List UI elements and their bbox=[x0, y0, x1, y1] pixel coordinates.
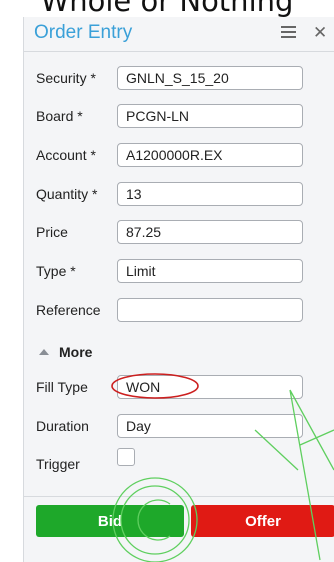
price-label: Price bbox=[36, 224, 68, 240]
trigger-checkbox[interactable] bbox=[117, 448, 135, 466]
duration-field[interactable] bbox=[117, 414, 303, 438]
type-label: Type * bbox=[36, 263, 76, 279]
offer-button[interactable]: Offer bbox=[191, 505, 334, 537]
duration-label: Duration bbox=[36, 418, 89, 434]
account-label: Account * bbox=[36, 147, 96, 163]
more-label: More bbox=[59, 344, 93, 360]
fill-type-field[interactable] bbox=[117, 375, 303, 399]
hamburger-menu-icon[interactable] bbox=[281, 26, 296, 38]
buttons-divider bbox=[24, 496, 334, 497]
title-divider bbox=[24, 51, 334, 52]
board-label: Board * bbox=[36, 108, 83, 124]
title-bar: Order Entry ✕ bbox=[24, 17, 334, 51]
fill-type-label: Fill Type bbox=[36, 379, 88, 395]
more-toggle[interactable]: More bbox=[39, 343, 92, 361]
quantity-field[interactable] bbox=[117, 182, 303, 206]
reference-field[interactable] bbox=[117, 298, 303, 322]
quantity-label: Quantity * bbox=[36, 186, 98, 202]
close-icon[interactable]: ✕ bbox=[313, 23, 327, 43]
security-field[interactable] bbox=[117, 66, 303, 90]
security-label: Security * bbox=[36, 70, 96, 86]
account-field[interactable] bbox=[117, 143, 303, 167]
board-field[interactable] bbox=[117, 104, 303, 128]
page-caption: Whole or Nothing bbox=[40, 0, 294, 18]
trigger-label: Trigger bbox=[36, 456, 80, 472]
caret-up-icon bbox=[39, 349, 49, 355]
window-title: Order Entry bbox=[34, 22, 133, 43]
price-field[interactable] bbox=[117, 220, 303, 244]
bid-button[interactable]: Bid bbox=[36, 505, 184, 537]
type-field[interactable] bbox=[117, 259, 303, 283]
order-entry-panel: Order Entry ✕ Security * Board * Account… bbox=[23, 17, 334, 562]
reference-label: Reference bbox=[36, 302, 101, 318]
